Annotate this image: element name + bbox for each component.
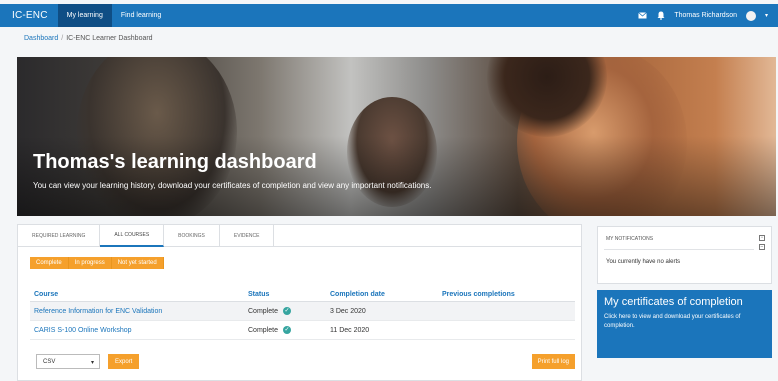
notifications-controls: ▫ − <box>759 235 765 250</box>
expand-icon[interactable]: ▫ <box>759 235 765 241</box>
certificates-card[interactable]: My certificates of completion Click here… <box>597 290 772 358</box>
chevron-down-icon[interactable]: ▾ <box>765 12 768 19</box>
status-text: Complete <box>248 307 278 315</box>
breadcrumb: Dashboard / IC-ENC Learner Dashboard <box>24 35 153 42</box>
breadcrumb-separator: / <box>61 35 64 42</box>
tab-required-learning[interactable]: REQUIRED LEARNING <box>18 225 101 247</box>
notifications-message: You currently have no alerts <box>606 259 681 265</box>
column-header-course[interactable]: Course <box>30 291 248 298</box>
completion-date-cell: 11 Dec 2020 <box>330 326 370 334</box>
nav-find-learning[interactable]: Find learning <box>112 4 170 27</box>
status-filters: Complete In progress Not yet started <box>30 257 164 269</box>
user-name[interactable]: Thomas Richardson <box>674 12 737 19</box>
table-row: Reference Information for ENC Validation… <box>30 302 575 321</box>
tab-bookings[interactable]: BOOKINGS <box>164 225 220 247</box>
brand-logo[interactable]: IC-ENC <box>0 10 58 21</box>
print-full-log-button[interactable]: Print full log <box>531 354 575 369</box>
notifications-title: MY NOTIFICATIONS <box>606 236 654 242</box>
filter-complete-button[interactable]: Complete <box>30 257 69 269</box>
hero-overlay <box>17 136 776 216</box>
bell-icon[interactable] <box>656 11 665 20</box>
table-row: CARIS S-100 Online Workshop Complete ✓ 11… <box>30 321 575 340</box>
mail-icon[interactable] <box>638 11 648 20</box>
column-header-status[interactable]: Status <box>248 291 330 298</box>
filter-in-progress-button[interactable]: In progress <box>68 257 112 269</box>
check-icon: ✓ <box>282 326 291 334</box>
completion-date-cell: 3 Dec 2020 <box>330 307 366 315</box>
column-header-previous-completions[interactable]: Previous completions <box>442 291 575 298</box>
nav-my-learning[interactable]: My learning <box>57 4 112 27</box>
learning-card: REQUIRED LEARNING ALL COURSES BOOKINGS E… <box>17 224 582 381</box>
tab-all-courses[interactable]: ALL COURSES <box>100 225 165 247</box>
breadcrumb-current: IC-ENC Learner Dashboard <box>66 35 153 42</box>
tab-evidence[interactable]: EVIDENCE <box>220 225 275 247</box>
collapse-icon[interactable]: − <box>759 244 765 250</box>
nav-right: Thomas Richardson ▾ <box>638 10 778 21</box>
hero-title: Thomas's learning dashboard <box>33 151 317 173</box>
export-button[interactable]: Export <box>108 354 140 369</box>
chevron-down-icon: ▾ <box>90 360 94 366</box>
avatar[interactable] <box>745 10 756 21</box>
divider <box>604 249 754 250</box>
course-link[interactable]: CARIS S-100 Online Workshop <box>30 327 248 334</box>
status-cell: Complete ✓ <box>248 307 330 315</box>
status-cell: Complete ✓ <box>248 326 330 334</box>
notifications-card: MY NOTIFICATIONS ▫ − You currently have … <box>597 226 772 284</box>
courses-table: Course Status Completion date Previous c… <box>30 288 575 340</box>
status-text: Complete <box>248 326 278 334</box>
hero-banner: Thomas's learning dashboard You can view… <box>17 57 776 216</box>
certificates-description[interactable]: Click here to view and download your cer… <box>604 313 764 331</box>
course-link[interactable]: Reference Information for ENC Validation <box>30 308 248 315</box>
check-icon: ✓ <box>282 307 291 315</box>
filter-not-started-button[interactable]: Not yet started <box>111 257 164 269</box>
export-format-value: CSV <box>43 358 56 365</box>
column-header-completion-date[interactable]: Completion date <box>330 291 442 298</box>
export-controls: CSV ▾ Export Print full log <box>30 354 575 370</box>
table-header: Course Status Completion date Previous c… <box>30 288 575 302</box>
hero-subtitle: You can view your learning history, down… <box>33 181 432 190</box>
page: IC-ENC My learning Find learning Thomas … <box>0 0 778 381</box>
breadcrumb-dashboard-link[interactable]: Dashboard <box>24 35 58 42</box>
tab-bar: REQUIRED LEARNING ALL COURSES BOOKINGS E… <box>18 225 581 247</box>
export-format-select[interactable]: CSV ▾ <box>36 354 100 369</box>
certificates-title[interactable]: My certificates of completion <box>604 296 743 308</box>
top-nav: IC-ENC My learning Find learning Thomas … <box>0 4 778 27</box>
